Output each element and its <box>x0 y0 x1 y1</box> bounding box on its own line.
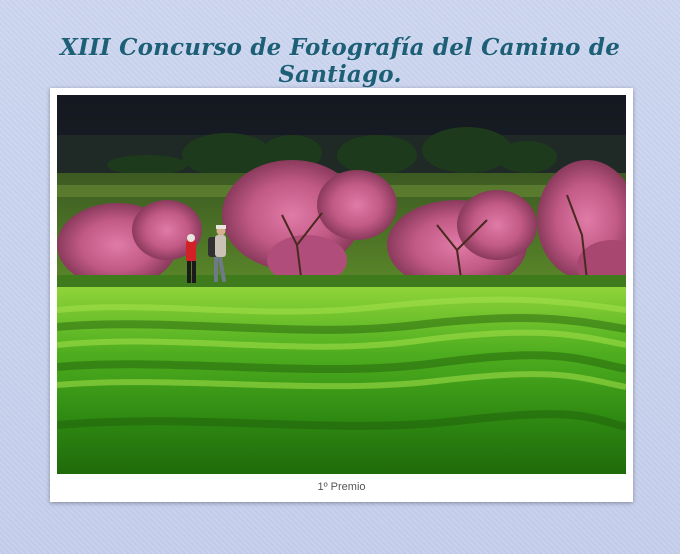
winning-photo[interactable] <box>57 95 626 474</box>
page-title: XIII Concurso de Fotografía del Camino d… <box>59 34 621 88</box>
photo-caption: 1º Premio <box>317 481 366 493</box>
photo-card: 1º Premio <box>50 88 633 502</box>
